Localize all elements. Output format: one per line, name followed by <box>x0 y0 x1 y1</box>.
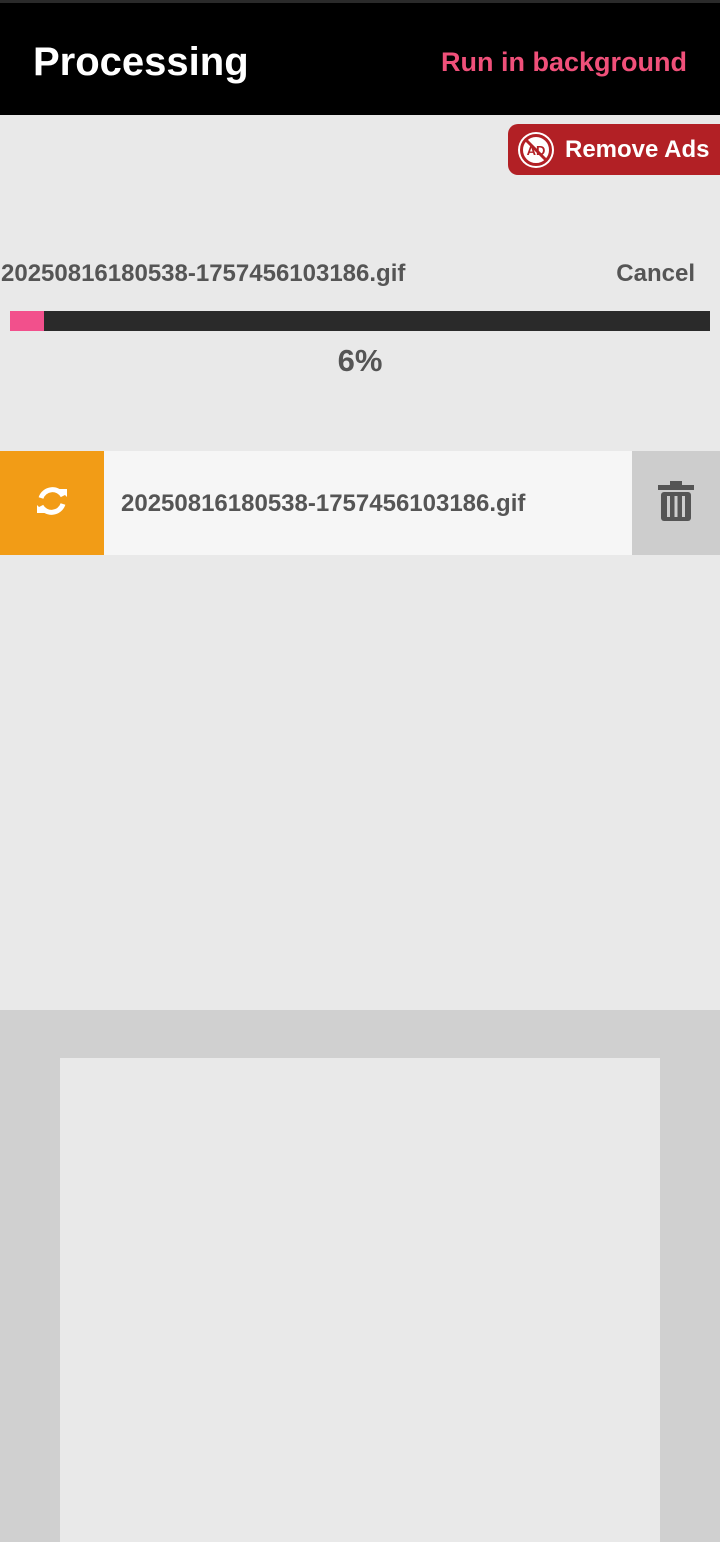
progress-fill <box>10 311 44 331</box>
refresh-button[interactable] <box>0 451 104 555</box>
file-name: 20250816180538-1757456103186.gif <box>121 490 526 517</box>
progress-percent: 6% <box>337 343 383 378</box>
ad-banner-area <box>0 1010 720 1542</box>
remove-ads-label: Remove Ads <box>565 135 710 163</box>
app-header: Processing Run in background <box>0 0 720 115</box>
trash-icon <box>657 480 695 526</box>
delete-button[interactable] <box>632 451 720 555</box>
progress-bar <box>10 311 710 331</box>
page-title: Processing <box>33 40 249 84</box>
ad-placeholder <box>60 1058 660 1542</box>
remove-ads-button[interactable]: AD Remove Ads <box>508 124 720 175</box>
no-ads-icon: AD <box>516 130 556 170</box>
list-item: 20250816180538-1757456103186.gif <box>0 451 720 555</box>
cancel-button[interactable]: Cancel <box>616 260 695 288</box>
run-in-background-button[interactable]: Run in background <box>441 47 687 78</box>
processing-file-name: 20250816180538-1757456103186.gif <box>1 260 406 287</box>
refresh-icon <box>34 483 70 524</box>
